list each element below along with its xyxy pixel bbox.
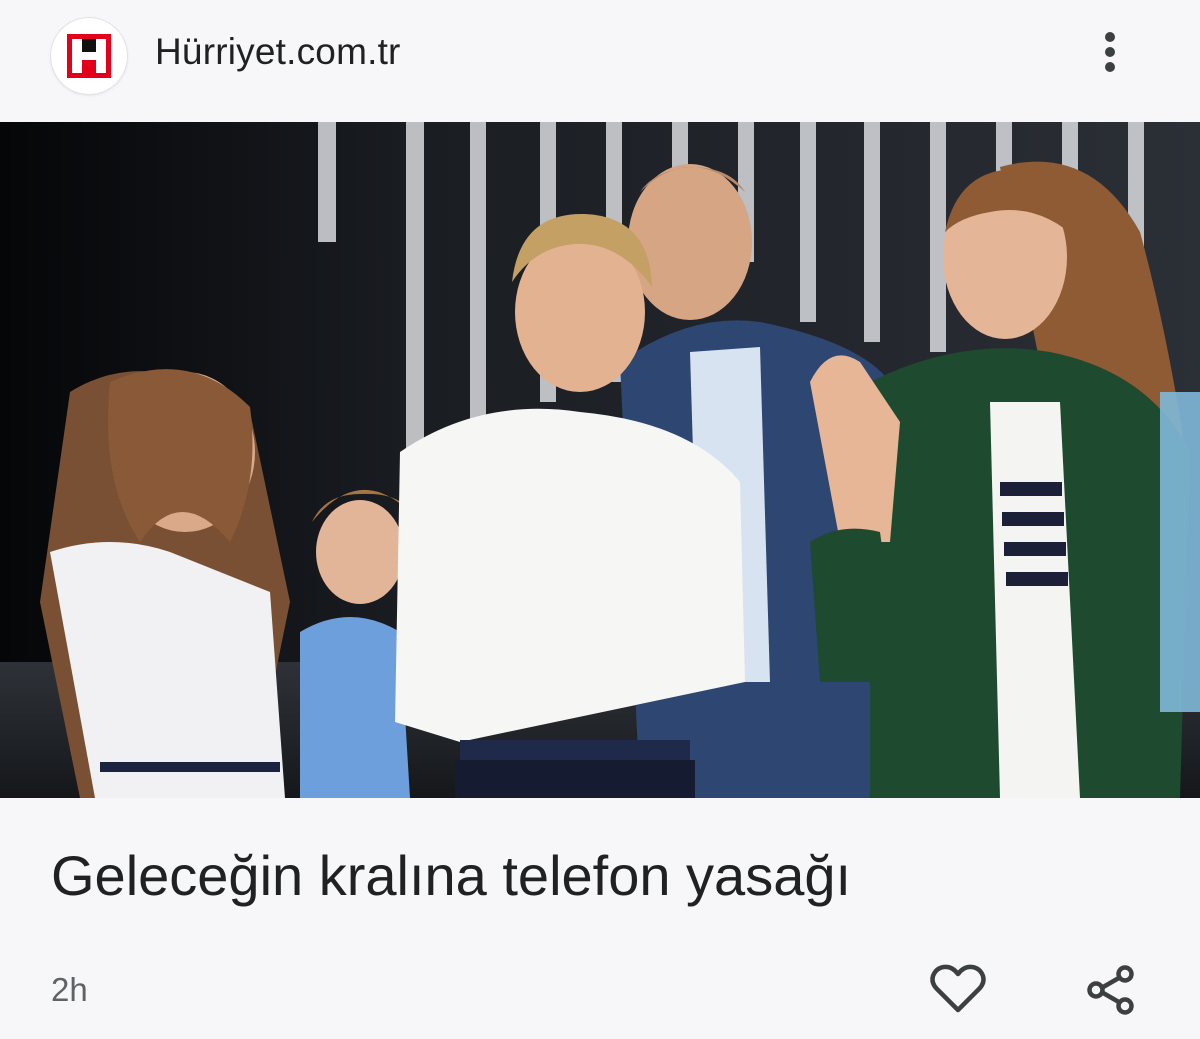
- timestamp: 2h: [51, 971, 88, 1008]
- card-header: Hürriyet.com.tr: [0, 0, 1200, 122]
- share-icon[interactable]: [1084, 962, 1136, 1018]
- article-headline[interactable]: Geleceğin kralına telefon yasağı: [51, 838, 1151, 914]
- more-vert-icon[interactable]: [1088, 26, 1132, 78]
- publisher-name[interactable]: Hürriyet.com.tr: [155, 30, 401, 74]
- article-photo: [0, 122, 1200, 798]
- heart-outline-icon[interactable]: [928, 962, 988, 1018]
- article-image[interactable]: [0, 122, 1200, 798]
- hurriyet-logo-icon: [67, 34, 111, 78]
- publisher-logo[interactable]: [51, 18, 127, 94]
